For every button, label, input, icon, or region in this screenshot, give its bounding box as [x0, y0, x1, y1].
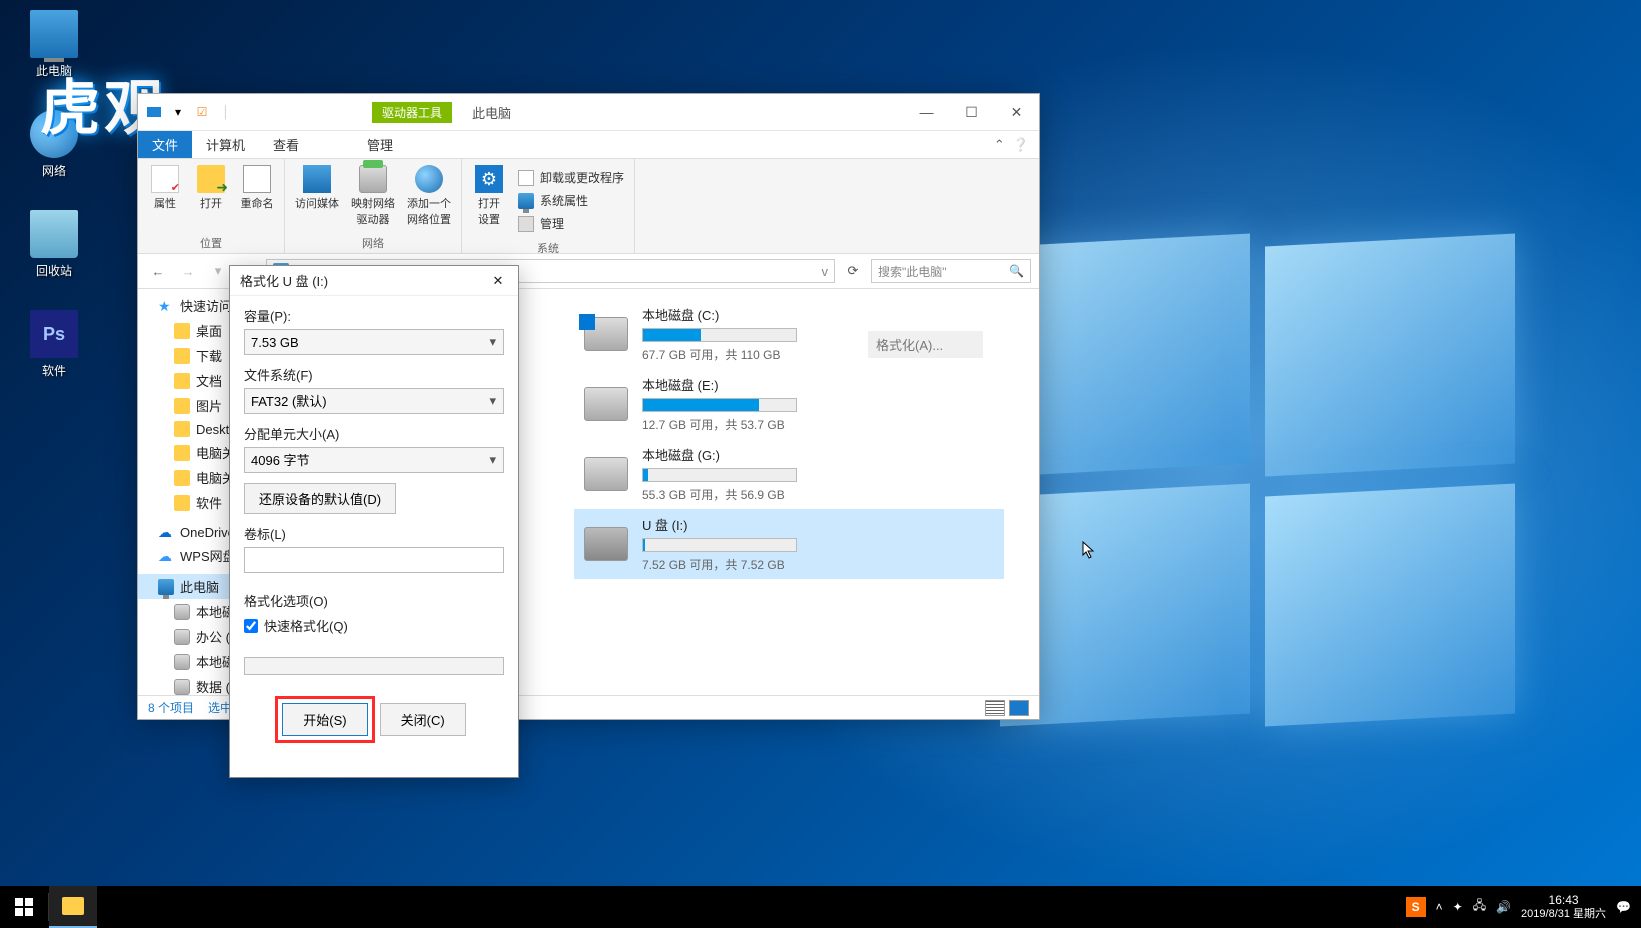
tray-ime-icon[interactable]: S — [1406, 897, 1426, 917]
ribbon-group-location: 位置 — [144, 233, 278, 251]
restore-defaults-button[interactable]: 还原设备的默认值(D) — [244, 483, 396, 514]
qat-dropdown-icon[interactable]: ▾ — [168, 102, 188, 122]
drive-i-bar — [642, 538, 797, 552]
tray-notifications-icon[interactable]: 💬 — [1616, 900, 1631, 914]
desktop-icon-recyclebin[interactable]: 回收站 — [14, 210, 94, 279]
search-placeholder: 搜索"此电脑" — [878, 263, 947, 280]
tray-chevron-up-icon[interactable]: ˄ — [1436, 900, 1443, 914]
tab-file[interactable]: 文件 — [138, 131, 192, 158]
allocation-select[interactable]: 4096 字节 — [244, 447, 504, 473]
drive-g[interactable]: 本地磁盘 (G:) 55.3 GB 可用，共 56.9 GB — [574, 439, 1004, 509]
ribbon-map-drive[interactable]: 映射网络 驱动器 — [347, 163, 399, 233]
taskbar-clock[interactable]: 16:43 2019/8/31 星期六 — [1521, 893, 1606, 921]
ribbon: ✔属性 ➜打开 重命名 位置 访问媒体 映射网络 驱动器 添加一个 网络位置 网… — [138, 159, 1039, 254]
tab-manage[interactable]: 管理 — [353, 131, 407, 158]
drive-e-bar — [642, 398, 797, 412]
system-tray: S ˄ ✦ 🖧 🔊 16:43 2019/8/31 星期六 💬 — [1396, 893, 1641, 921]
taskbar-explorer[interactable] — [49, 886, 97, 928]
tray-action-icon[interactable]: ✦ — [1453, 900, 1463, 914]
filesystem-select[interactable]: FAT32 (默认) — [244, 388, 504, 414]
status-item-count: 8 个项目 — [148, 699, 194, 716]
close-button[interactable]: ✕ — [994, 97, 1039, 127]
format-progress-bar — [244, 657, 504, 675]
ribbon-rename[interactable]: 重命名 — [236, 163, 278, 233]
ribbon-uninstall[interactable]: 卸载或更改程序 — [518, 169, 624, 186]
minimize-button[interactable]: — — [904, 97, 949, 127]
quick-format-input[interactable] — [244, 619, 258, 633]
tray-volume-icon[interactable]: 🔊 — [1496, 900, 1511, 914]
format-start-button[interactable]: 开始(S) — [282, 703, 367, 736]
drive-e[interactable]: 本地磁盘 (E:) 12.7 GB 可用，共 53.7 GB — [574, 369, 1004, 439]
nav-back-button[interactable]: ← — [146, 259, 170, 283]
cursor-icon — [1082, 541, 1096, 559]
taskbar[interactable]: S ˄ ✦ 🖧 🔊 16:43 2019/8/31 星期六 💬 — [0, 886, 1641, 928]
search-icon: 🔍 — [1009, 264, 1024, 278]
search-input[interactable]: 搜索"此电脑" 🔍 — [871, 259, 1031, 283]
ribbon-tabs: 文件 计算机 查看 管理 ⌃ ❔ — [138, 131, 1039, 159]
format-dialog: 格式化 U 盘 (I:) ✕ 容量(P): 7.53 GB 文件系统(F) FA… — [229, 265, 519, 778]
filesystem-label: 文件系统(F) — [244, 365, 504, 384]
ribbon-group-system: 系统 — [468, 238, 628, 256]
ribbon-sysprops[interactable]: 系统属性 — [518, 192, 624, 209]
drive-c-bar — [642, 328, 797, 342]
qat-checkbox-icon[interactable]: ☑ — [192, 102, 212, 122]
allocation-label: 分配单元大小(A) — [244, 424, 504, 443]
window-title: 此电脑 — [472, 103, 511, 122]
minimize-ribbon-icon[interactable]: ⌃ — [994, 137, 1005, 153]
qat-separator: │ — [216, 102, 236, 122]
capacity-select[interactable]: 7.53 GB — [244, 329, 504, 355]
quick-format-checkbox[interactable]: 快速格式化(Q) — [244, 616, 504, 635]
tab-computer[interactable]: 计算机 — [192, 131, 259, 158]
context-menu-ghost: 格式化(A)... — [868, 331, 983, 358]
ribbon-open-settings[interactable]: ⚙打开 设置 — [468, 163, 510, 238]
ribbon-manage[interactable]: 管理 — [518, 215, 624, 232]
maximize-button[interactable]: ☐ — [949, 97, 994, 127]
address-dropdown-icon[interactable]: v — [822, 264, 829, 279]
nav-recent-icon[interactable]: ▾ — [206, 259, 230, 283]
drive-tools-tab[interactable]: 驱动器工具 — [372, 102, 452, 123]
ribbon-properties[interactable]: ✔属性 — [144, 163, 186, 233]
desktop-icon-software[interactable]: Ps软件 — [14, 310, 94, 379]
explorer-titlebar[interactable]: ▾ ☑ │ 驱动器工具 此电脑 — ☐ ✕ — [138, 94, 1039, 131]
app-icon — [144, 102, 164, 122]
refresh-button[interactable]: ⟳ — [841, 259, 865, 283]
ribbon-add-location[interactable]: 添加一个 网络位置 — [403, 163, 455, 233]
view-tiles-icon[interactable] — [1009, 700, 1029, 716]
help-icon[interactable]: ❔ — [1013, 137, 1029, 153]
format-options-label: 格式化选项(O) — [244, 591, 504, 610]
tray-network-icon[interactable]: 🖧 — [1473, 896, 1486, 917]
format-dialog-title: 格式化 U 盘 (I:) — [240, 271, 328, 290]
drive-i-usb[interactable]: U 盘 (I:) 7.52 GB 可用，共 7.52 GB — [574, 509, 1004, 579]
capacity-label: 容量(P): — [244, 306, 504, 325]
windows-logo — [1000, 240, 1520, 720]
nav-forward-button[interactable]: → — [176, 259, 200, 283]
view-details-icon[interactable] — [985, 700, 1005, 716]
drive-g-bar — [642, 468, 797, 482]
start-button[interactable] — [0, 886, 48, 928]
format-close-button[interactable]: ✕ — [488, 271, 508, 291]
tab-view[interactable]: 查看 — [259, 131, 313, 158]
volume-label: 卷标(L) — [244, 524, 504, 543]
ribbon-open[interactable]: ➜打开 — [190, 163, 232, 233]
format-close-action-button[interactable]: 关闭(C) — [380, 703, 466, 736]
volume-input[interactable] — [244, 547, 504, 573]
quick-access-toolbar: ▾ ☑ │ — [138, 102, 242, 122]
ribbon-media[interactable]: 访问媒体 — [291, 163, 343, 233]
ribbon-group-network: 网络 — [291, 233, 455, 251]
